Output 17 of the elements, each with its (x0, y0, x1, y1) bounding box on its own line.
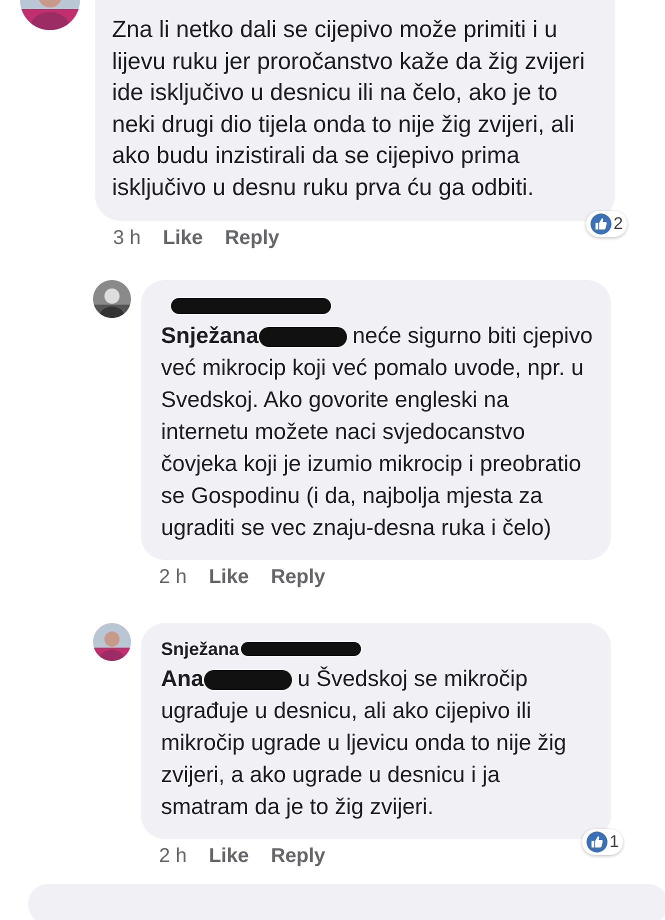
timestamp: 2 h (159, 566, 187, 589)
timestamp: 2 h (159, 845, 187, 868)
mention-link[interactable]: Ana (161, 666, 204, 691)
comment-text: Ana u Švedskoj se mikročip ugrađuje u desnicu, ali ako cijepivo ili mikročip ugrade u ljevicu onda to nije žig zvijeri, a ako ugrade u desnicu i ja smatram da je to žig zvijeri. (161, 665, 568, 821)
timestamp: 3 h (113, 227, 141, 250)
reaction-count[interactable]: 1 (582, 829, 623, 855)
comment-text: Zna li netko dali se cijepivo može primiti i u lijevu ruku jer proročanstvo kaže da žig zvijeri ide isključivo u desnicu ili na čelo, ako je to neki drugi dio tijela onda to nije žig zvijeri, ali ako budu inzistirali da se cijepivo prima isključivo u desnu ruku prva ću ga odbiti. (112, 15, 586, 202)
reply-link[interactable]: Reply (270, 566, 326, 589)
comment-text: Snježana neće sigurno biti cjepivo već mikrocip koji već pomalo uvode, npr. u Svedskoj. Ako govorite engleski na internetu možete naci svjedocanstvo čovjeka koji je izumio mikrocip i preobratio se Gospodinu (i da, najbolja mjesta za ugraditi se vec znaju-desna ruka i čelo) (161, 322, 593, 542)
reaction-count[interactable]: 2 (586, 211, 627, 237)
reply-link[interactable]: Reply (270, 845, 326, 868)
reply-link[interactable]: Reply (224, 227, 280, 250)
like-link[interactable]: Like (208, 566, 249, 589)
like-link[interactable]: Like (208, 845, 249, 868)
like-link[interactable]: Like (162, 227, 203, 250)
author-name[interactable]: Snježana (161, 638, 240, 660)
mention-link[interactable]: Snježana (161, 323, 259, 348)
